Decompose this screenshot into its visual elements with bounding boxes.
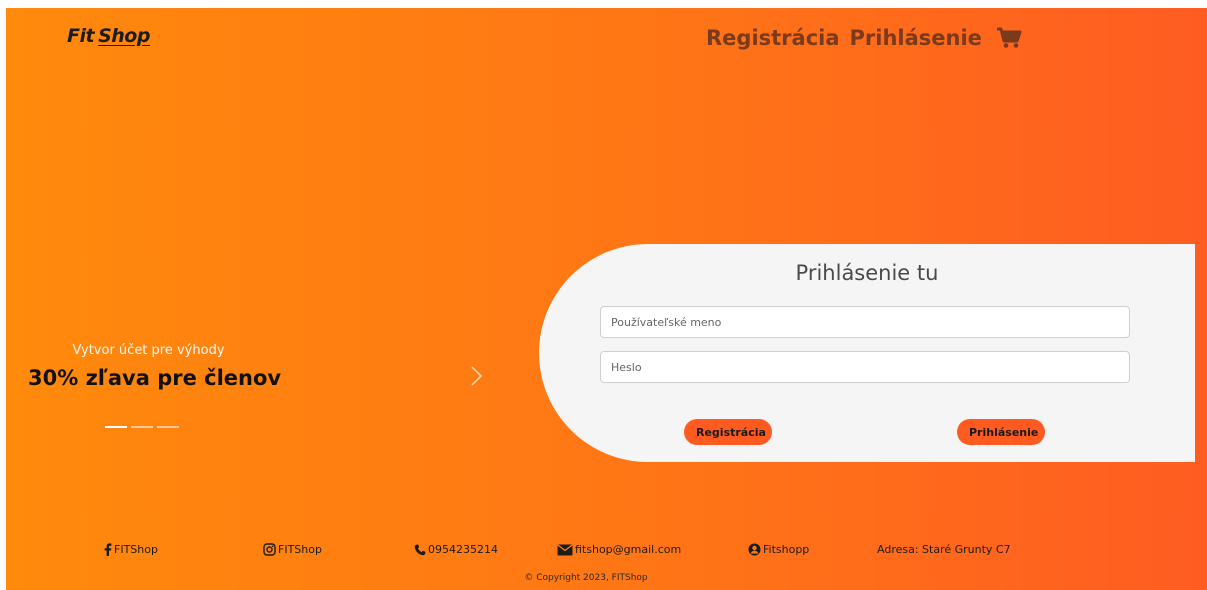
page: Fit Shop Registrácia Prihlásenie Vytvor ú… xyxy=(6,8,1207,590)
logo-fit: Fit xyxy=(67,25,95,47)
footer-phone-label: 0954235214 xyxy=(428,543,498,556)
envelope-icon xyxy=(557,544,573,556)
footer-facebook[interactable]: FITShop xyxy=(104,543,158,556)
nav-login-link[interactable]: Prihlásenie xyxy=(850,26,982,50)
carousel-indicator[interactable] xyxy=(157,426,179,428)
footer-instagram-label: FITShop xyxy=(278,543,322,556)
username-input[interactable] xyxy=(600,306,1130,338)
carousel-indicator[interactable] xyxy=(131,426,153,428)
facebook-icon xyxy=(104,543,112,556)
carousel-indicators xyxy=(105,426,179,428)
footer-facebook-label: FITShop xyxy=(114,543,158,556)
footer-phone[interactable]: 0954235214 xyxy=(414,543,498,556)
instagram-icon xyxy=(263,543,276,556)
footer-address: Adresa: Staré Grunty C7 xyxy=(877,543,1011,556)
shopping-cart-icon[interactable] xyxy=(996,27,1022,49)
login-button[interactable]: Prihlásenie xyxy=(957,419,1045,445)
logo[interactable]: Fit Shop xyxy=(67,25,150,47)
footer-address-label: Adresa: Staré Grunty C7 xyxy=(877,543,1011,556)
logo-shop: Shop xyxy=(98,25,150,47)
circle-user-icon xyxy=(748,543,761,556)
footer-other[interactable]: Fitshopp xyxy=(748,543,809,556)
carousel-title: 30% zľava pre členov xyxy=(28,366,282,390)
phone-icon xyxy=(414,544,426,556)
carousel-subtitle: Vytvor účet pre výhody xyxy=(72,343,225,358)
nav-register-link[interactable]: Registrácia xyxy=(706,26,840,50)
register-button[interactable]: Registrácia xyxy=(684,419,772,445)
password-input[interactable] xyxy=(600,351,1130,383)
chevron-right-icon[interactable] xyxy=(469,365,485,391)
carousel-indicator[interactable] xyxy=(105,426,127,428)
top-nav: Registrácia Prihlásenie xyxy=(706,26,1022,50)
footer-email[interactable]: fitshop@gmail.com xyxy=(557,543,681,556)
footer-other-label: Fitshopp xyxy=(763,543,810,556)
login-card: Prihlásenie tu Registrácia Prihlásenie xyxy=(539,244,1195,462)
copyright: © Copyright 2023, FITShop xyxy=(524,573,648,583)
login-title: Prihlásenie tu xyxy=(795,261,939,285)
footer: FITShop FITShop 0954235214 fitshop@gmail… xyxy=(6,543,1207,559)
footer-instagram[interactable]: FITShop xyxy=(263,543,322,556)
footer-email-label: fitshop@gmail.com xyxy=(575,543,682,556)
